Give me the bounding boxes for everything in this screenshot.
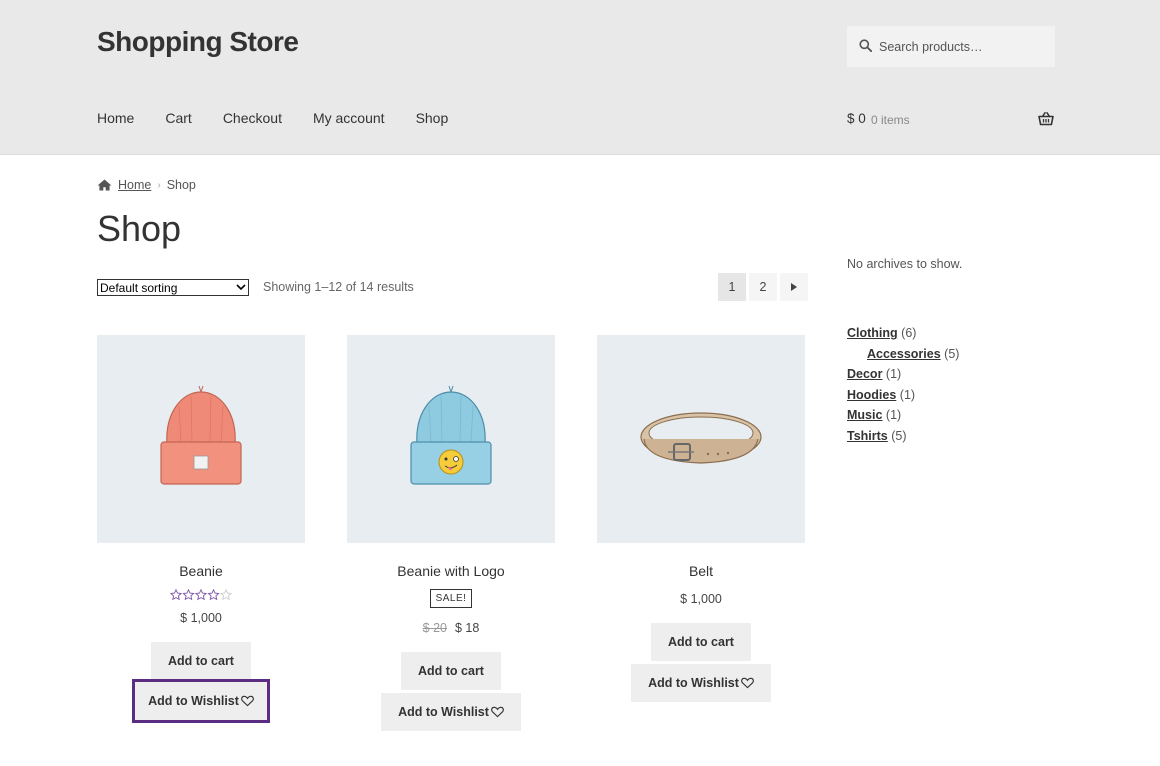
category-count: (1) <box>899 387 916 402</box>
product-card-belt: Belt $ 1,000 Add to cart Add to Wishlist <box>597 335 805 702</box>
primary-nav: Home Cart Checkout My account Shop <box>97 110 479 126</box>
add-to-cart-button[interactable]: Add to cart <box>151 642 251 680</box>
category-item: Decor (1) <box>847 364 959 385</box>
nav-my-account[interactable]: My account <box>313 110 385 126</box>
pagination: 1 2 <box>718 273 811 301</box>
category-item: Clothing (6) <box>847 323 959 344</box>
sale-price: $ 18 <box>455 621 480 635</box>
product-image[interactable] <box>347 335 555 543</box>
wishlist-label: Add to Wishlist <box>148 694 239 708</box>
sorting-select[interactable]: Default sorting <box>97 279 249 296</box>
product-name[interactable]: Beanie <box>97 563 305 579</box>
nav-checkout[interactable]: Checkout <box>223 110 282 126</box>
archives-empty-message: No archives to show. <box>847 257 963 271</box>
chevron-down-icon <box>236 284 246 291</box>
product-image[interactable] <box>597 335 805 543</box>
page-1: 1 <box>718 273 746 301</box>
category-count: (6) <box>901 326 917 340</box>
category-list: Clothing (6) Accessories (5) Decor (1) H… <box>847 323 959 446</box>
category-item: Tshirts (5) <box>847 426 959 447</box>
add-to-cart-button[interactable]: Add to cart <box>651 623 751 661</box>
category-item: Music (1) <box>847 405 959 426</box>
heart-icon <box>491 706 504 718</box>
add-to-wishlist-button[interactable]: Add to Wishlist <box>132 679 270 723</box>
arrow-right-icon <box>791 283 797 291</box>
breadcrumb-separator-icon: › <box>157 179 161 191</box>
nav-shop[interactable]: Shop <box>416 110 449 126</box>
category-count: (1) <box>885 367 902 381</box>
product-price: $ 1,000 <box>180 611 222 625</box>
product-card-beanie: Beanie $ 1,000 Add to cart Add to Wishli… <box>97 335 305 723</box>
category-link-hoodies[interactable]: Hoodies <box>847 388 896 402</box>
product-image[interactable] <box>97 335 305 543</box>
product-name[interactable]: Beanie with Logo <box>347 563 555 579</box>
add-to-wishlist-button[interactable]: Add to Wishlist <box>631 664 771 702</box>
sorting-value: Default sorting <box>100 280 178 295</box>
search-input[interactable] <box>879 26 1049 67</box>
category-item: Hoodies (1) <box>847 385 959 406</box>
add-to-cart-button[interactable]: Add to cart <box>401 652 501 690</box>
rating-stars <box>97 589 305 601</box>
category-item: Accessories (5) <box>847 344 959 365</box>
cart-count[interactable]: 0 items <box>871 113 910 127</box>
category-link-tshirts[interactable]: Tshirts <box>847 429 888 443</box>
nav-cart[interactable]: Cart <box>165 110 191 126</box>
category-link-clothing[interactable]: Clothing <box>847 326 898 340</box>
category-count: (5) <box>891 428 907 443</box>
product-card-beanie-with-logo: Beanie with Logo SALE! $ 20 $ 18 Add to c… <box>347 335 555 731</box>
breadcrumb-home[interactable]: Home <box>118 178 151 192</box>
nav-home[interactable]: Home <box>97 110 134 126</box>
heart-icon <box>741 677 754 689</box>
category-count: (1) <box>885 408 902 422</box>
product-price-group: $ 20 $ 18 <box>347 621 555 635</box>
add-to-wishlist-button[interactable]: Add to Wishlist <box>381 693 521 731</box>
category-link-music[interactable]: Music <box>847 408 882 422</box>
product-name[interactable]: Belt <box>597 563 805 579</box>
search-box[interactable] <box>847 26 1055 67</box>
breadcrumb: Home › Shop <box>97 178 196 192</box>
category-count: (5) <box>944 346 960 361</box>
breadcrumb-current: Shop <box>166 178 196 192</box>
result-count: Showing 1–12 of 14 results <box>263 280 414 294</box>
page-2[interactable]: 2 <box>749 273 777 301</box>
next-page-button[interactable] <box>780 273 808 301</box>
search-icon <box>859 39 872 52</box>
product-price: $ 1,000 <box>680 592 722 606</box>
wishlist-label: Add to Wishlist <box>398 705 489 719</box>
cart-total[interactable]: $ 0 <box>847 111 866 126</box>
home-icon <box>97 179 112 191</box>
site-header: Shopping Store Home Cart Checkout My acc… <box>0 0 1160 155</box>
heart-icon <box>241 695 254 707</box>
category-link-accessories[interactable]: Accessories <box>867 347 941 361</box>
category-link-decor[interactable]: Decor <box>847 367 882 381</box>
sale-badge: SALE! <box>429 589 473 608</box>
wishlist-label: Add to Wishlist <box>648 676 739 690</box>
site-title[interactable]: Shopping Store <box>97 26 299 58</box>
basket-icon[interactable] <box>1038 112 1054 131</box>
page-title: Shop <box>97 208 182 249</box>
old-price: $ 20 <box>422 621 447 635</box>
